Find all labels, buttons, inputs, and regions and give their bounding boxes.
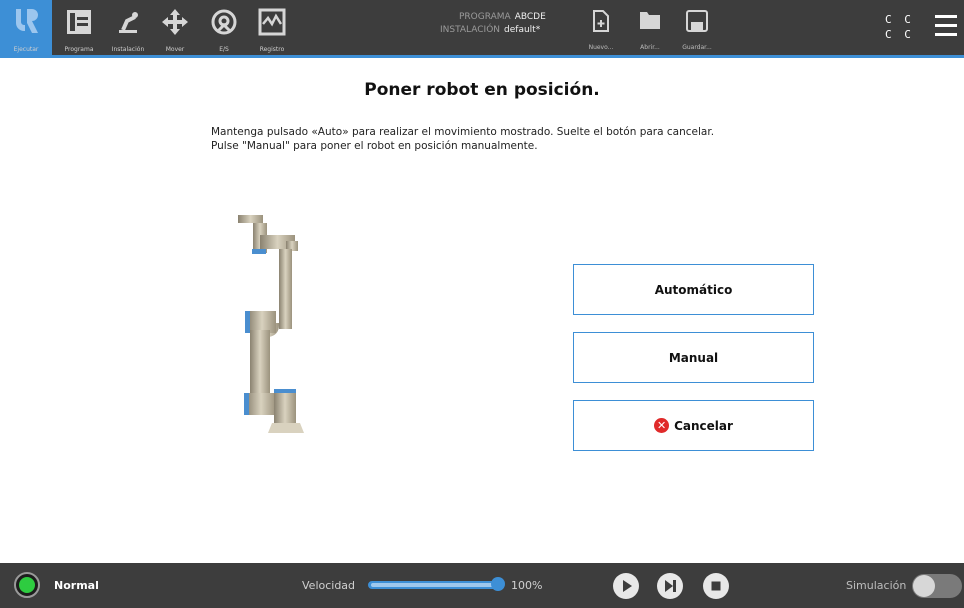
save-program-button[interactable]: Guardar... — [676, 0, 718, 55]
speed-slider-handle[interactable] — [491, 577, 505, 591]
tab-label: Mover — [165, 46, 185, 53]
step-icon — [657, 580, 683, 603]
tab-label: Instalación — [111, 46, 145, 53]
installation-label: INSTALACIÓN — [440, 25, 501, 35]
simulation-toggle[interactable] — [912, 574, 962, 598]
speed-label: Velocidad — [302, 579, 356, 592]
installation-icon — [113, 7, 143, 41]
tab-instalacion[interactable]: Instalación — [104, 0, 152, 55]
control-indicator: C C C C — [885, 12, 914, 42]
tab-registro[interactable]: Registro — [248, 0, 296, 55]
control-indicator-row: C C — [885, 28, 914, 41]
program-name-display: PROGRAMA ABCDE — [459, 12, 546, 22]
simulation-toggle-knob — [913, 575, 935, 597]
instruction-line: Pulse "Manual" para poner el robot en po… — [211, 140, 538, 152]
installation-value: default* — [504, 25, 541, 35]
tab-es[interactable]: E/S — [200, 0, 248, 55]
log-icon — [257, 7, 287, 41]
tab-label: Registro — [259, 46, 285, 53]
tab-mover[interactable]: Mover — [152, 0, 198, 55]
play-button[interactable] — [613, 573, 639, 599]
speed-value: 100% — [511, 579, 543, 592]
stop-icon — [703, 581, 729, 603]
ur-logo-icon — [13, 7, 39, 41]
open-program-button[interactable]: Abrir... — [632, 0, 668, 55]
hamburger-menu-icon[interactable] — [935, 15, 957, 37]
status-indicator-icon — [19, 577, 35, 593]
program-value: ABCDE — [514, 12, 546, 22]
tab-label: Ejecutar — [13, 46, 39, 53]
stop-button[interactable] — [703, 573, 729, 599]
installation-name-display: INSTALACIÓN default* — [440, 25, 540, 35]
cancel-button[interactable]: ✕ Cancelar — [573, 400, 814, 451]
instruction-line: Mantenga pulsado «Auto» para realizar el… — [211, 126, 715, 138]
play-icon — [613, 580, 639, 603]
page-title: Poner robot en posición. — [364, 80, 600, 100]
simulation-label: Simulación — [846, 579, 907, 592]
new-file-icon — [592, 10, 610, 36]
step-button[interactable] — [657, 573, 683, 599]
auto-button[interactable]: Automático — [573, 264, 814, 315]
open-program-label: Abrir... — [640, 44, 660, 51]
bottom-bar: Normal Velocidad 100% Simulación — [0, 563, 964, 608]
cancel-icon: ✕ — [654, 418, 670, 433]
robot-status-text: Normal — [54, 579, 99, 592]
new-program-label: Nuevo... — [588, 44, 614, 51]
tab-label: E/S — [219, 46, 229, 53]
top-bar: Ejecutar Programa Instalación Mover E/S … — [0, 0, 964, 58]
tab-label: Programa — [64, 46, 94, 53]
control-indicator-row: C C — [885, 13, 914, 26]
program-label: PROGRAMA — [459, 12, 511, 22]
save-icon — [686, 10, 708, 36]
speed-slider[interactable] — [368, 581, 503, 589]
robot-arm-image — [228, 205, 318, 449]
speed-slider-fill — [371, 583, 500, 587]
move-icon — [160, 7, 190, 41]
robot-status-button[interactable] — [14, 572, 40, 598]
header-accent-line — [0, 55, 964, 58]
cancel-label: Cancelar — [674, 418, 733, 433]
tab-programa[interactable]: Programa — [55, 0, 103, 55]
open-folder-icon — [639, 10, 661, 34]
instructions: Mantenga pulsado «Auto» para realizar el… — [211, 125, 714, 153]
new-program-button[interactable]: Nuevo... — [583, 0, 619, 55]
tab-ejecutar[interactable]: Ejecutar — [0, 0, 52, 55]
save-program-label: Guardar... — [682, 44, 712, 51]
program-icon — [64, 7, 94, 41]
manual-button[interactable]: Manual — [573, 332, 814, 383]
io-icon — [209, 7, 239, 41]
